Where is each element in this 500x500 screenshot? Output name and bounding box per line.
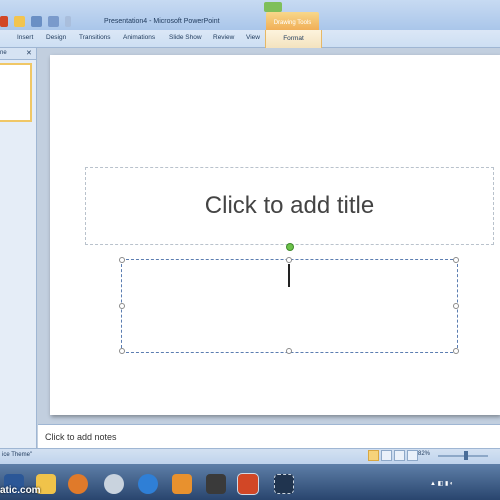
window-title: Presentation4 - Microsoft PowerPoint	[104, 18, 220, 25]
slideshow-view-button[interactable]	[407, 450, 418, 461]
resize-handle[interactable]	[286, 257, 292, 263]
theme-name: ice Theme"	[2, 452, 33, 458]
tab-transitions[interactable]: Transitions	[79, 34, 111, 41]
snipping-tool-icon[interactable]	[274, 474, 294, 494]
resize-handle[interactable]	[119, 348, 125, 354]
contextual-tab-indicator	[264, 2, 282, 12]
title-bar	[0, 0, 500, 30]
zoom-slider[interactable]	[438, 455, 488, 457]
tab-slide-show[interactable]: Slide Show	[169, 34, 202, 41]
resize-handle[interactable]	[453, 303, 459, 309]
tab-format[interactable]: Format	[265, 30, 322, 48]
ribbon-tabs: Insert Design Transitions Animations Sli…	[0, 30, 500, 48]
zoom-level[interactable]: 82%	[418, 451, 430, 457]
tab-review[interactable]: Review	[213, 34, 234, 41]
slides-pane-header: ne ✕	[0, 48, 36, 60]
open-folder-icon[interactable]	[14, 15, 25, 27]
resize-handle[interactable]	[453, 257, 459, 263]
tab-view[interactable]: View	[246, 34, 260, 41]
system-tray: ▲ ◧ ▮ ◐	[430, 481, 454, 487]
customize-qat-icon[interactable]	[65, 15, 71, 27]
rotation-handle[interactable]	[286, 243, 294, 251]
slide-sorter-button[interactable]	[381, 450, 392, 461]
messenger-icon[interactable]	[104, 474, 124, 494]
pane-tab-label[interactable]: ne	[0, 50, 7, 56]
media-player-icon[interactable]	[68, 474, 88, 494]
tab-insert[interactable]: Insert	[17, 34, 33, 41]
view-buttons	[368, 450, 418, 461]
app-icon[interactable]	[206, 474, 226, 494]
outlook-icon[interactable]	[172, 474, 192, 494]
slide-thumbnail[interactable]	[0, 63, 32, 122]
undo-icon[interactable]	[48, 15, 59, 27]
title-placeholder[interactable]: Click to add title	[85, 167, 494, 245]
quick-access-toolbar	[0, 14, 71, 28]
resize-handle[interactable]	[286, 348, 292, 354]
reading-view-button[interactable]	[394, 450, 405, 461]
text-cursor	[288, 264, 290, 287]
save-icon[interactable]	[31, 15, 42, 27]
tab-animations[interactable]: Animations	[123, 34, 155, 41]
powerpoint-app-icon[interactable]	[0, 15, 8, 27]
tab-design[interactable]: Design	[46, 34, 66, 41]
zoom-slider-knob[interactable]	[464, 451, 468, 460]
notes-pane[interactable]: Click to add notes	[38, 424, 500, 448]
resize-handle[interactable]	[453, 348, 459, 354]
normal-view-button[interactable]	[368, 450, 379, 461]
close-pane-icon[interactable]: ✕	[26, 49, 32, 57]
resize-handle[interactable]	[119, 257, 125, 263]
watermark-text: atic.com	[0, 485, 41, 496]
powerpoint-taskbar-icon[interactable]	[237, 473, 259, 495]
resize-handle[interactable]	[119, 303, 125, 309]
internet-explorer-icon[interactable]	[138, 474, 158, 494]
